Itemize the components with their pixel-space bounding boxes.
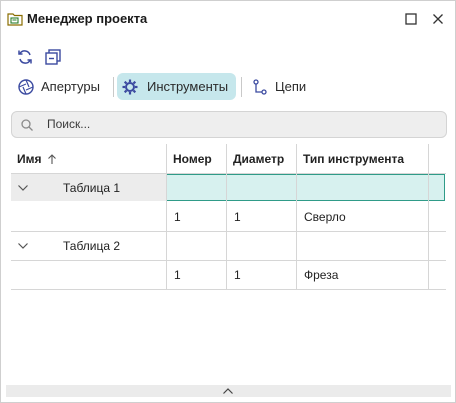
column-header-tool-type[interactable]: Тип инструмента: [296, 144, 429, 173]
collapse-all-button[interactable]: [43, 47, 63, 67]
search-input[interactable]: Поиск...: [11, 111, 447, 138]
collapse-all-icon: [45, 49, 61, 65]
tab-nets[interactable]: Цепи: [247, 73, 317, 100]
cell-tool-type: Фреза: [304, 268, 339, 282]
project-folder-icon: [7, 11, 23, 27]
search-icon: [21, 119, 33, 131]
cell-number: 1: [174, 210, 181, 224]
cell-diameter: 1: [234, 210, 241, 224]
column-divider: [166, 144, 167, 290]
tab-tools-label: Инструменты: [147, 79, 229, 94]
column-divider: [296, 144, 297, 290]
aperture-icon: [18, 79, 34, 95]
title-bar: Менеджер проекта: [1, 1, 455, 37]
column-divider: [428, 144, 429, 290]
window-title: Менеджер проекта: [27, 11, 148, 26]
row-divider: [11, 289, 446, 290]
project-manager-window: Менеджер проекта Апертуры Инструменты Це…: [0, 0, 456, 403]
sort-ascending-icon: [48, 154, 56, 164]
refresh-icon: [18, 50, 32, 64]
maximize-button[interactable]: [403, 11, 419, 27]
row-divider: [11, 260, 446, 261]
group-row[interactable]: Таблица 1: [11, 174, 166, 201]
close-button[interactable]: [430, 11, 446, 27]
refresh-button[interactable]: [15, 47, 35, 67]
cell-diameter: 1: [234, 268, 241, 282]
chevron-down-icon: [18, 185, 28, 191]
tab-apertures[interactable]: Апертуры: [13, 73, 109, 100]
search-placeholder: Поиск...: [47, 117, 91, 131]
cell-tool-type: Сверло: [304, 210, 346, 224]
chevron-up-icon: [223, 388, 233, 394]
column-header-number[interactable]: Номер: [166, 144, 226, 173]
chevron-down-icon: [18, 243, 28, 249]
tools-table: Имя Номер Диаметр Тип инструмента Таблиц…: [11, 144, 446, 290]
tab-separator: [241, 77, 242, 97]
tab-separator: [113, 77, 114, 97]
cell-number: 1: [174, 268, 181, 282]
tools-gear-icon: [122, 79, 138, 95]
tab-tools[interactable]: Инструменты: [117, 73, 236, 100]
column-header-diameter[interactable]: Диаметр: [226, 144, 296, 173]
nets-icon: [253, 79, 267, 95]
selected-row-highlight: [166, 174, 445, 201]
column-divider: [226, 144, 227, 290]
column-header-name[interactable]: Имя: [11, 144, 166, 173]
group-row[interactable]: Таблица 2: [11, 232, 166, 260]
bottom-panel-toggle[interactable]: [6, 385, 451, 397]
tab-nets-label: Цепи: [275, 79, 307, 94]
tab-apertures-label: Апертуры: [41, 79, 100, 94]
